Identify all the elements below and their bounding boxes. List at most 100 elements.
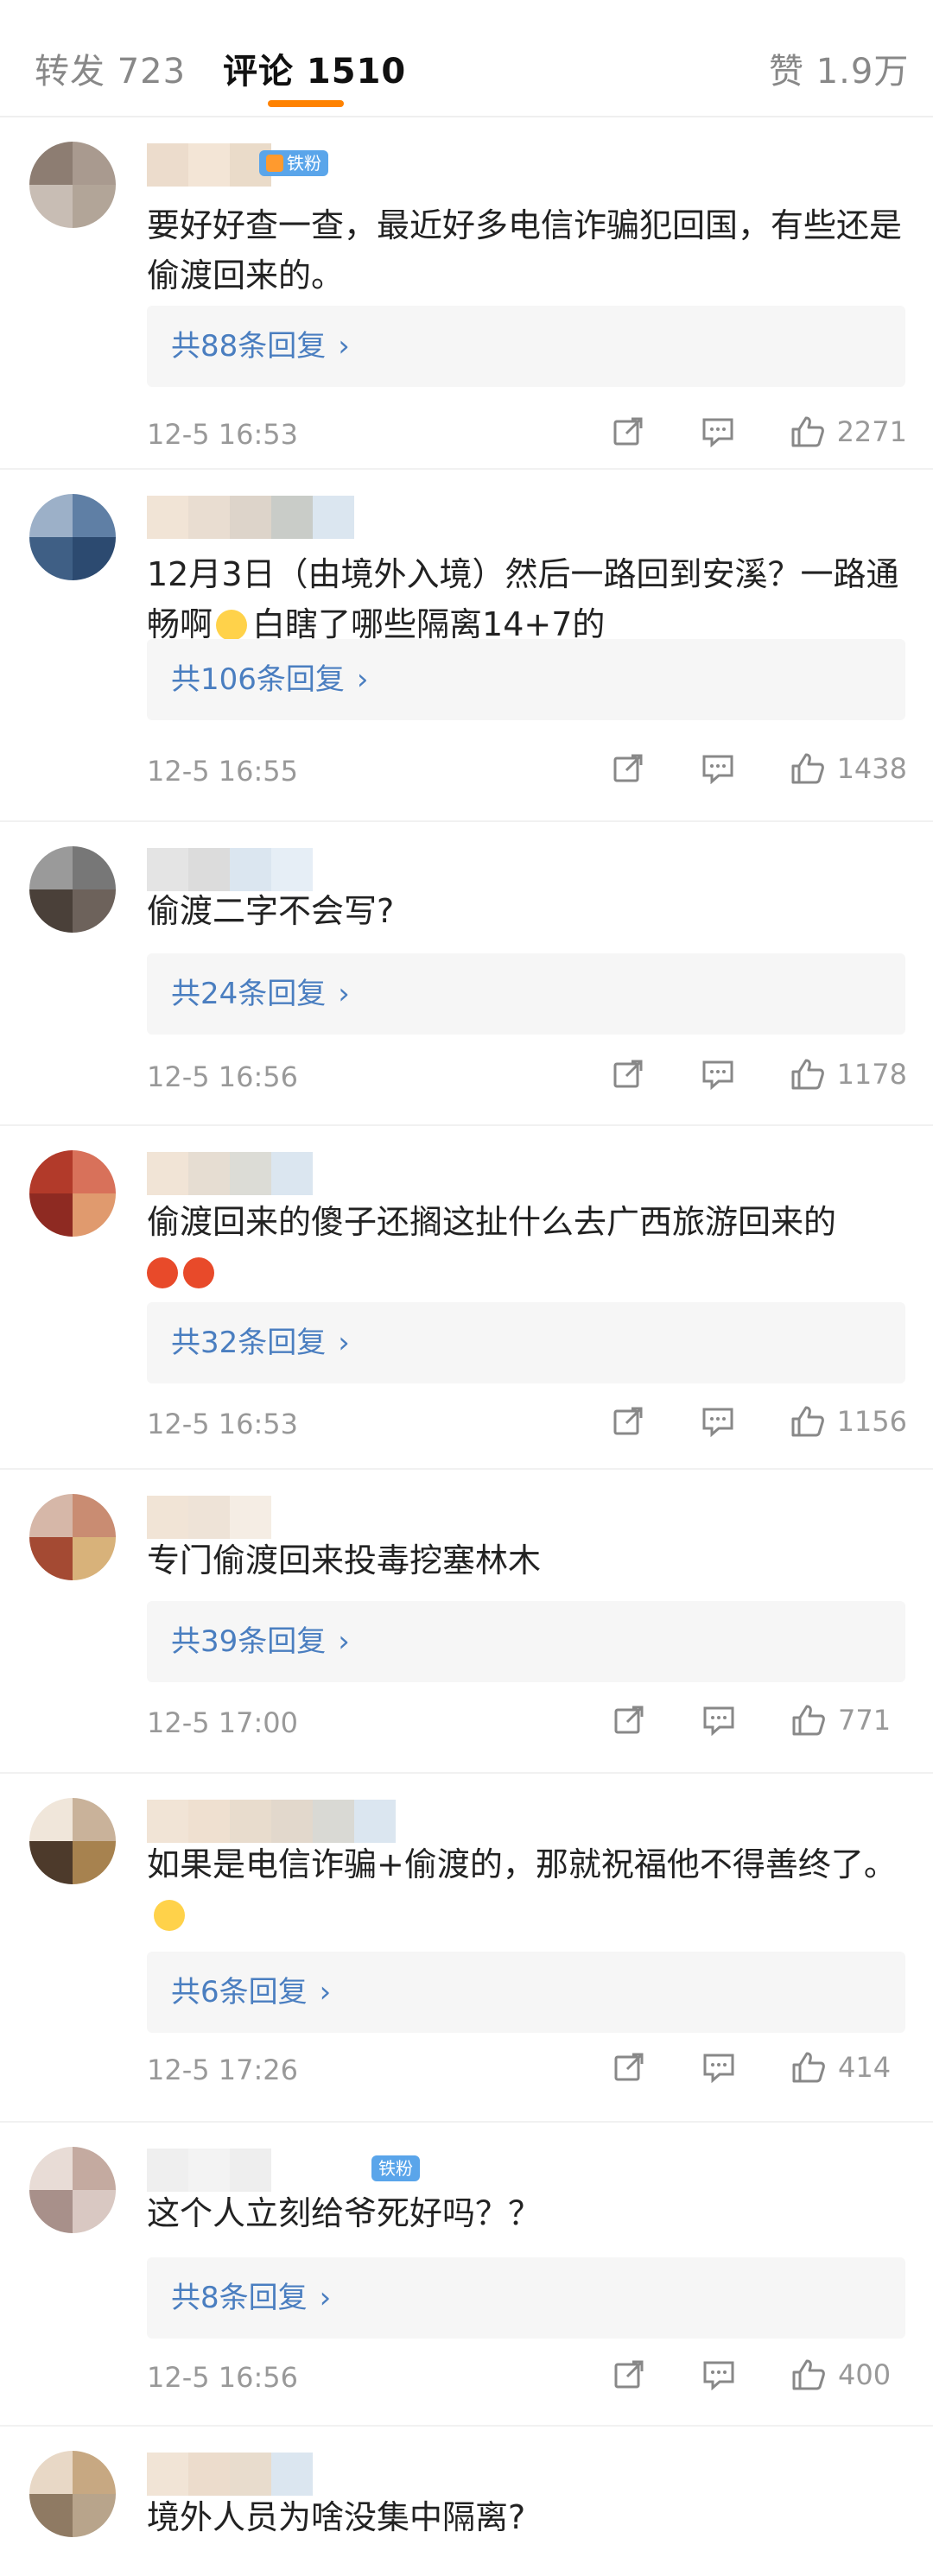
chevron-right-icon: ›: [319, 1975, 332, 2010]
share-icon[interactable]: [611, 751, 645, 786]
avatar[interactable]: [29, 2147, 116, 2233]
comment-meta: 12-5 17:26 414: [147, 2050, 907, 2093]
like-count: 414: [838, 2051, 892, 2084]
view-replies-link[interactable]: 共88条回复 ›: [147, 306, 905, 387]
fan-badge-icon: [266, 155, 283, 172]
fan-badge: 铁粉: [259, 150, 328, 176]
like-count: 1438: [836, 752, 907, 785]
comment-text: 偷渡二字不会写?: [147, 892, 395, 930]
username-blurred[interactable]: [147, 1152, 313, 1195]
thumbs-up-icon[interactable]: [791, 2358, 826, 2392]
comment-item: 如果是电信诈骗+偷渡的，那就祝福他不得善终了。 共6条回复 › 12-5 17:2…: [0, 1774, 933, 2123]
angry-emoji-icon: [147, 1257, 178, 1288]
like-count: 1178: [836, 1058, 907, 1091]
timestamp: 12-5 16:53: [147, 1408, 299, 1440]
comment-text: 专门偷渡回来投毒挖塞林木: [147, 1541, 542, 1579]
share-icon[interactable]: [611, 1404, 645, 1439]
share-icon[interactable]: [611, 1057, 645, 1092]
comment-item: 偷渡二字不会写? 共24条回复 › 12-5 16:56 1178: [0, 822, 933, 1126]
like-count: 2271: [836, 415, 907, 448]
comment-text: 境外人员为啥没集中隔离?: [147, 2498, 526, 2536]
comment-icon[interactable]: [701, 2358, 736, 2392]
comment-meta: 12-5 17:00 771: [147, 1703, 907, 1746]
tab-likes[interactable]: 赞 1.9万: [769, 43, 909, 93]
comment-item: 境外人员为啥没集中隔离?: [0, 2427, 933, 2576]
avatar[interactable]: [29, 2451, 116, 2537]
tab-comments[interactable]: 评论 1510: [223, 43, 406, 93]
chevron-right-icon: ›: [338, 329, 350, 364]
avatar[interactable]: [29, 494, 116, 580]
fan-badge: 铁粉: [371, 2155, 420, 2181]
chevron-right-icon: ›: [356, 662, 369, 697]
share-icon[interactable]: [612, 1703, 646, 1737]
view-replies-link[interactable]: 共106条回复 ›: [147, 639, 905, 720]
view-replies-link[interactable]: 共39条回复 ›: [147, 1601, 905, 1682]
view-replies-link[interactable]: 共8条回复 ›: [147, 2257, 905, 2339]
timestamp: 12-5 17:26: [147, 2054, 299, 2086]
tab-bar: 转发 723 评论 1510 赞 1.9万: [0, 0, 933, 117]
comment-icon[interactable]: [701, 751, 735, 786]
smile-emoji-icon: [154, 1900, 185, 1931]
comment-item: 铁粉 要好好查一查，最近好多电信诈骗犯回国，有些还是偷渡回来的。 共88条回复 ›…: [0, 117, 933, 470]
thumbs-up-icon[interactable]: [790, 415, 825, 449]
comment-item: 铁粉 这个人立刻给爷死好吗？？ 共8条回复 › 12-5 16:56 400: [0, 2123, 933, 2427]
emoji-icon: [216, 610, 248, 641]
comment-icon[interactable]: [701, 1057, 735, 1092]
comment-text: 如果是电信诈骗+偷渡的，那就祝福他不得善终了。: [147, 1839, 907, 1940]
timestamp: 12-5 16:56: [147, 2361, 299, 2394]
chevron-right-icon: ›: [338, 1624, 350, 1659]
angry-emoji-icon: [183, 1257, 214, 1288]
avatar[interactable]: [29, 1494, 116, 1580]
thumbs-up-icon[interactable]: [791, 2050, 826, 2085]
thumbs-up-icon[interactable]: [790, 1057, 825, 1092]
thumbs-up-icon[interactable]: [791, 1703, 826, 1737]
comment-meta: 12-5 16:53 2271: [147, 415, 907, 458]
tab-reposts[interactable]: 转发 723: [35, 43, 186, 93]
username-blurred[interactable]: [147, 2453, 313, 2496]
comment-item: 12月3日（由境外入境）然后一路回到安溪？一路通畅啊 白瞎了哪些隔离14+7的 共…: [0, 470, 933, 822]
comment-icon[interactable]: [701, 415, 735, 449]
share-icon[interactable]: [611, 415, 645, 449]
thumbs-up-icon[interactable]: [790, 1404, 825, 1439]
username-blurred[interactable]: [147, 496, 354, 539]
share-icon[interactable]: [612, 2050, 646, 2085]
username-blurred[interactable]: [147, 1496, 271, 1539]
comment-meta: 12-5 16:56 400: [147, 2358, 907, 2401]
comment-meta: 12-5 16:55 1438: [147, 751, 907, 794]
comment-icon[interactable]: [701, 1703, 736, 1737]
comment-text: 这个人立刻给爷死好吗？？: [147, 2194, 542, 2232]
comment-item: 专门偷渡回来投毒挖塞林木 共39条回复 › 12-5 17:00 771: [0, 1470, 933, 1774]
comment-text: 偷渡回来的傻子还搁这扯什么去广西旅游回来的: [147, 1197, 907, 1297]
comment-text: 12月3日（由境外入境）然后一路回到安溪？一路通畅啊 白瞎了哪些隔离14+7的: [147, 555, 899, 643]
view-replies-link[interactable]: 共32条回复 ›: [147, 1302, 905, 1383]
active-tab-indicator: [268, 100, 344, 107]
comment-meta: 12-5 16:56 1178: [147, 1057, 907, 1100]
chevron-right-icon: ›: [338, 977, 350, 1011]
timestamp: 12-5 16:56: [147, 1060, 299, 1093]
avatar[interactable]: [29, 142, 116, 228]
comment-meta: 12-5 16:53 1156: [147, 1404, 907, 1447]
view-replies-link[interactable]: 共6条回复 ›: [147, 1952, 905, 2033]
username-blurred[interactable]: [147, 2149, 271, 2192]
timestamp: 12-5 16:53: [147, 418, 299, 451]
avatar[interactable]: [29, 1150, 116, 1237]
username-blurred[interactable]: [147, 143, 271, 187]
timestamp: 12-5 16:55: [147, 755, 299, 788]
comment-icon[interactable]: [701, 1404, 735, 1439]
comment-icon[interactable]: [701, 2050, 736, 2085]
view-replies-link[interactable]: 共24条回复 ›: [147, 953, 905, 1035]
comment-item: 偷渡回来的傻子还搁这扯什么去广西旅游回来的 共32条回复 › 12-5 16:53…: [0, 1126, 933, 1470]
comment-text: 要好好查一查，最近好多电信诈骗犯回国，有些还是偷渡回来的。: [147, 206, 903, 294]
timestamp: 12-5 17:00: [147, 1706, 299, 1739]
thumbs-up-icon[interactable]: [790, 751, 825, 786]
chevron-right-icon: ›: [319, 2281, 332, 2315]
username-blurred[interactable]: [147, 1800, 396, 1843]
like-count: 400: [838, 2358, 892, 2391]
share-icon[interactable]: [612, 2358, 646, 2392]
avatar[interactable]: [29, 846, 116, 933]
username-blurred[interactable]: [147, 848, 313, 891]
like-count: 771: [838, 1704, 892, 1737]
like-count: 1156: [836, 1405, 907, 1438]
chevron-right-icon: ›: [338, 1326, 350, 1360]
avatar[interactable]: [29, 1798, 116, 1884]
